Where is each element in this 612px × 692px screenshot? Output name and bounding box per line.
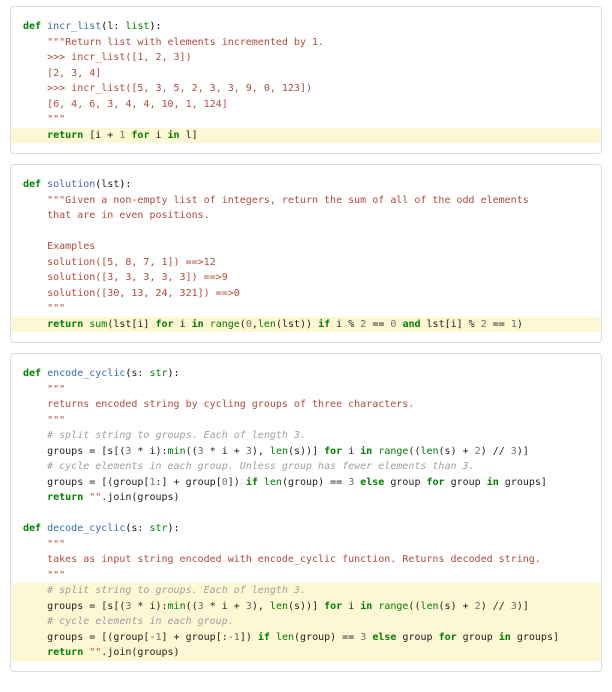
highlight-line: groups = [(group[-1] + group[:-1]) if le… xyxy=(11,630,601,646)
code-block: def encode_cyclic(s: str): """ returns e… xyxy=(23,366,589,661)
code-block: def incr_list(l: list): """Return list w… xyxy=(23,19,589,143)
code-block: def solution(lst): """Given a non-empty … xyxy=(23,177,589,332)
code-card-solution: def solution(lst): """Given a non-empty … xyxy=(10,164,602,343)
highlight-line: # cycle elements in each group. xyxy=(11,614,601,630)
code-card-incr-list: def incr_list(l: list): """Return list w… xyxy=(10,6,602,154)
highlight-line: # split string to groups. Each of length… xyxy=(11,583,601,599)
highlight-line: return sum(lst[i] for i in range(0,len(l… xyxy=(11,317,601,333)
highlight-line: groups = [s[(3 * i):min((3 * i + 3), len… xyxy=(11,599,601,615)
code-card-cyclic: def encode_cyclic(s: str): """ returns e… xyxy=(10,353,602,672)
highlight-line: return "".join(groups) xyxy=(11,645,601,661)
highlight-line: return [i + 1 for i in l] xyxy=(11,128,601,144)
